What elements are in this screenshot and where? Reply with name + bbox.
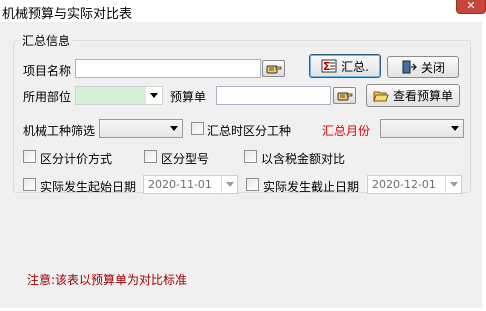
group-title: 汇总信息 [19, 32, 74, 49]
summary-button[interactable]: Σ 汇总. [309, 54, 381, 78]
summary-month-label: 汇总月份 [322, 124, 371, 138]
view-budget-button[interactable]: 查看预算单 [366, 84, 460, 107]
summary-button-label: 汇总. [341, 59, 369, 74]
sum-table-icon: Σ [321, 59, 337, 73]
chevron-down-icon [146, 87, 162, 104]
summary-month-select[interactable] [380, 119, 464, 138]
hand-pointer-icon [337, 92, 352, 101]
start-date-picker[interactable]: 2020-11-01 [143, 175, 238, 194]
close-icon: ✕ [466, 0, 476, 12]
budget-doc-label: 预算单 [170, 90, 207, 104]
chevron-down-icon [166, 120, 182, 137]
actual-start-checkbox[interactable] [23, 178, 36, 191]
close-button[interactable]: 关闭 [387, 56, 459, 78]
project-name-input[interactable] [75, 59, 261, 78]
actual-start-label: 实际发生起始日期 [40, 180, 137, 194]
actual-end-label: 实际发生截止日期 [263, 180, 360, 194]
project-name-label: 项目名称 [23, 64, 72, 78]
view-budget-button-label: 查看预算单 [392, 89, 453, 103]
end-date-value: 2020-12-01 [372, 178, 436, 191]
distinguish-model-label: 区分型号 [161, 152, 210, 166]
window-title: 机械预算与实际对比表 [2, 7, 133, 22]
title-bar: 机械预算与实际对比表 ✕ [0, 0, 486, 22]
exit-door-icon [402, 60, 417, 74]
department-label: 所用部位 [23, 90, 72, 104]
tax-included-label: 以含税金额对比 [261, 152, 346, 166]
window-edge [482, 22, 486, 311]
svg-text:Σ: Σ [323, 60, 331, 73]
tax-included-checkbox[interactable] [244, 150, 257, 163]
note-text: 注意:该表以预算单为对比标准 [27, 273, 188, 287]
dialog-client: 汇总信息 项目名称 Σ 汇总. 关闭 所用部位 预算单 查看预算单 机械工种筛选… [0, 22, 482, 308]
distinguish-pricing-checkbox[interactable] [23, 150, 36, 163]
distinguish-work-type-checkbox[interactable] [191, 122, 204, 135]
chevron-down-icon [447, 120, 463, 137]
budget-doc-input[interactable] [216, 86, 331, 105]
project-lookup-button[interactable] [262, 60, 285, 77]
distinguish-pricing-label: 区分计价方式 [40, 152, 113, 166]
open-folder-icon [373, 91, 389, 102]
calendar-dropdown-icon [445, 176, 461, 193]
distinguish-work-type-label: 汇总时区分工种 [207, 124, 292, 138]
budget-lookup-button[interactable] [333, 87, 356, 104]
window-close-button[interactable]: ✕ [456, 0, 486, 14]
machine-type-select[interactable] [99, 119, 183, 138]
close-button-label: 关闭 [420, 60, 445, 75]
department-select[interactable] [75, 86, 163, 105]
start-date-value: 2020-11-01 [148, 178, 212, 191]
machine-type-filter-label: 机械工种筛选 [23, 124, 96, 138]
distinguish-model-checkbox[interactable] [144, 150, 157, 163]
end-date-picker[interactable]: 2020-12-01 [367, 175, 462, 194]
calendar-dropdown-icon [221, 176, 237, 193]
hand-pointer-icon [266, 65, 281, 74]
actual-end-checkbox[interactable] [246, 178, 259, 191]
